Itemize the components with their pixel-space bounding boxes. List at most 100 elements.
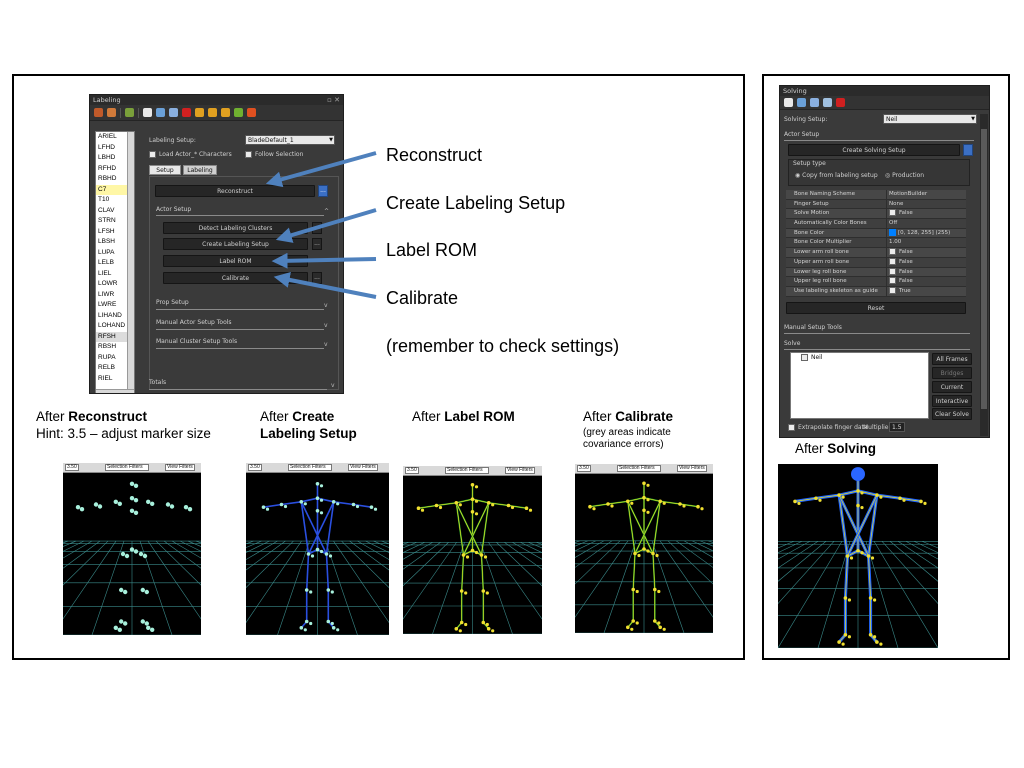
property-row[interactable]: Finger Setup None (786, 199, 966, 210)
copy-radio[interactable]: ◉ Copy from labeling setup (795, 172, 878, 179)
caption-prefix: After (36, 409, 69, 424)
bridges-button[interactable]: Bridges (932, 367, 972, 379)
marker-point (678, 502, 682, 506)
checkbox-box[interactable] (889, 248, 896, 256)
grid-line (246, 540, 286, 571)
property-row[interactable]: Bone Naming Scheme MotionBuilder (786, 190, 966, 200)
create-solving-options[interactable] (963, 144, 973, 156)
delete-icon[interactable] (836, 98, 845, 107)
grid-line (575, 540, 581, 543)
checkbox-box[interactable] (889, 257, 896, 265)
property-value[interactable]: True (886, 286, 966, 296)
marker-point (315, 482, 320, 486)
selection-filters-dropdown[interactable]: Selection Filters (445, 467, 489, 474)
checkbox-box[interactable] (889, 209, 896, 217)
marker-point (642, 508, 646, 513)
viewport-create-setup[interactable]: 3.50 Selection Filters View Filters (246, 463, 389, 635)
viewport-solving[interactable] (778, 464, 938, 648)
new-file-icon[interactable] (784, 98, 793, 107)
checkbox-box[interactable] (889, 267, 896, 275)
property-row[interactable]: Use labeling skeleton as guide True (786, 286, 966, 297)
property-row[interactable]: Lower arm roll bone False (786, 248, 966, 258)
grid-line (575, 540, 605, 558)
viewport-reconstruct[interactable]: 3.50 Selection Filters View Filters (63, 463, 201, 635)
marker-point (129, 481, 135, 486)
viewport-label-rom[interactable]: 3.50 Selection Filters View Filters (403, 466, 542, 634)
interactive-button[interactable]: Interactive (932, 395, 972, 407)
subject-item[interactable]: Neil (801, 354, 823, 361)
property-value[interactable]: False (886, 248, 966, 257)
property-value[interactable]: MotionBuilder (886, 190, 966, 199)
arrow-create-setup (275, 208, 377, 243)
scrollbar-thumb[interactable] (981, 129, 987, 409)
production-radio[interactable]: ◎ Production (885, 172, 924, 179)
all-frames-button[interactable]: All Frames (932, 353, 972, 365)
property-row[interactable]: Solve Motion False (786, 209, 966, 220)
view-filters-dropdown[interactable]: View Filters (348, 464, 378, 471)
extrapolate-checkbox[interactable]: Extrapolate finger data (788, 424, 868, 431)
property-value[interactable]: Off (886, 219, 966, 228)
save-file-icon[interactable] (810, 98, 819, 107)
color-swatch-icon[interactable] (889, 228, 896, 236)
property-row[interactable]: Bone Color Multiplier 1.00 (786, 238, 966, 249)
marker-size-field[interactable]: 3.50 (248, 464, 262, 471)
multiplier-input[interactable]: 1.5 (889, 422, 905, 432)
marker-point (309, 590, 313, 594)
property-value[interactable]: False (886, 277, 966, 286)
property-value[interactable]: False (886, 209, 966, 219)
marker-point (97, 504, 103, 509)
view-filters-dropdown[interactable]: View Filters (165, 464, 195, 471)
solve-subject-list[interactable]: Neil (790, 352, 929, 419)
marker-size-field[interactable]: 3.50 (577, 465, 591, 472)
viewport-scene (575, 481, 713, 633)
property-row[interactable]: Automatically Color Bones Off (786, 219, 966, 229)
create-solving-setup-button[interactable]: Create Solving Setup (788, 144, 960, 156)
property-row[interactable]: Upper leg roll bone False (786, 277, 966, 287)
selection-filters-dropdown[interactable]: Selection Filters (105, 464, 149, 471)
setup-type-group: Setup type ◉ Copy from labeling setup ◎ … (788, 159, 970, 186)
caption-note: (grey areas indicate (583, 427, 671, 438)
marker-point (860, 506, 864, 510)
grid-line (778, 541, 819, 569)
reset-button[interactable]: Reset (786, 302, 966, 314)
viewport-toolbar: 3.50 Selection Filters View Filters (575, 464, 713, 474)
marker-point (304, 619, 309, 624)
current-frame-button[interactable]: Current Frame (932, 381, 972, 402)
checkbox-box[interactable] (801, 354, 808, 361)
view-filters-dropdown[interactable]: View Filters (677, 465, 707, 472)
view-filters-dropdown[interactable]: View Filters (505, 467, 535, 474)
open-file-icon[interactable] (797, 98, 806, 107)
marker-size-field[interactable]: 3.50 (405, 467, 419, 474)
checkbox-box[interactable] (788, 424, 795, 431)
property-row[interactable]: Lower leg roll bone False (786, 267, 966, 278)
marker-point (326, 619, 331, 624)
marker-point (919, 499, 923, 504)
property-value[interactable]: False (886, 257, 966, 267)
manual-setup-tools-label[interactable]: Manual Setup Tools (784, 324, 842, 331)
property-row[interactable]: Bone Color [0, 128, 255] (255) (786, 228, 966, 239)
solving-setup-select[interactable]: Neil ▼ (883, 114, 977, 124)
checkbox-box[interactable] (889, 286, 896, 294)
property-value[interactable]: [0, 128, 255] (255) (886, 228, 966, 238)
grid-line (575, 540, 621, 585)
property-value[interactable]: False (886, 267, 966, 277)
marker-point (646, 510, 650, 514)
property-value[interactable]: None (886, 199, 966, 209)
grid-line (778, 541, 843, 648)
export-icon[interactable] (823, 98, 832, 107)
solving-titlebar: Solving (780, 86, 989, 96)
grid-line (683, 540, 713, 558)
solving-scrollbar[interactable] (980, 114, 988, 436)
selection-filters-dropdown[interactable]: Selection Filters (288, 464, 332, 471)
grid-line (403, 542, 433, 560)
viewport-calibrate[interactable]: 3.50 Selection Filters View Filters (575, 464, 713, 633)
property-row[interactable]: Upper arm roll bone False (786, 257, 966, 268)
property-value[interactable]: 1.00 (886, 238, 966, 248)
selection-filters-dropdown[interactable]: Selection Filters (617, 465, 661, 472)
marker-point (474, 550, 479, 555)
clear-solve-button[interactable]: Clear Solve (932, 408, 972, 420)
checkbox-box[interactable] (889, 277, 896, 285)
marker-point (485, 622, 489, 627)
marker-point (662, 627, 666, 631)
marker-size-field[interactable]: 3.50 (65, 464, 79, 471)
